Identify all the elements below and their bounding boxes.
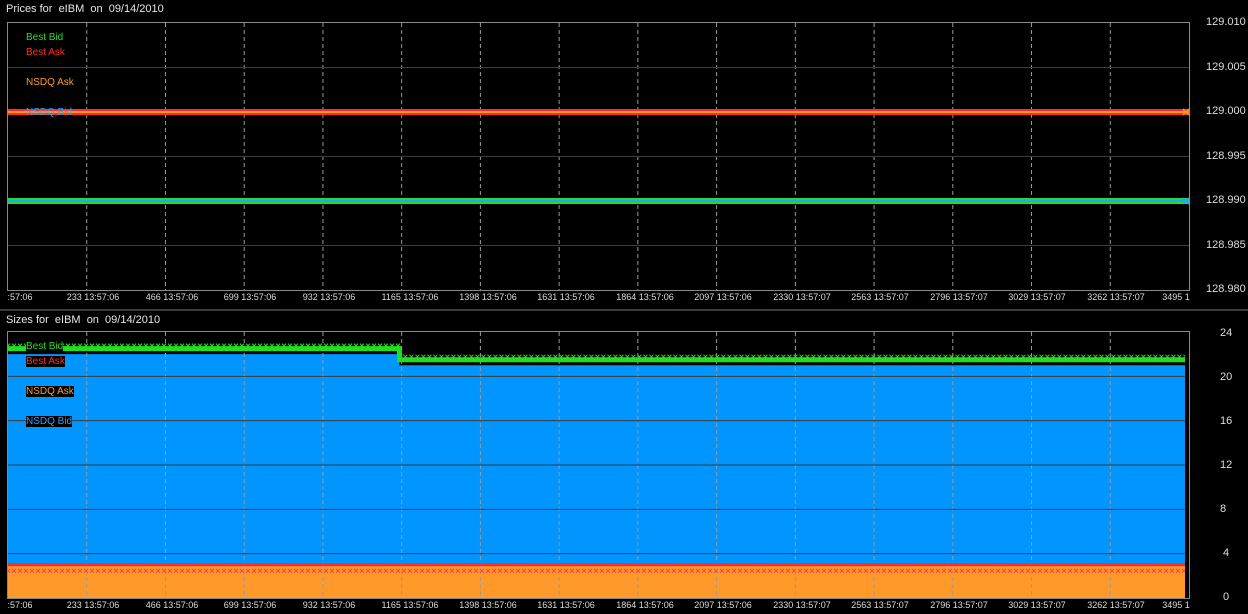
x-tick-label: 1398 13:57:06 — [459, 600, 517, 610]
x-tick-label: 2796 13:57:07 — [930, 600, 988, 610]
x-tick-label: 3495 1 — [1162, 292, 1190, 302]
x-tick-label: 1631 13:57:06 — [537, 600, 595, 610]
x-tick-label: 2097 13:57:06 — [694, 600, 752, 610]
area-nsdq-ask — [8, 564, 1189, 598]
y-tick-label: 128.980 — [1206, 283, 1246, 295]
y-tick-label: 129.000 — [1206, 105, 1246, 117]
x-tick-label: 2796 13:57:07 — [930, 292, 988, 302]
legend-best-ask: Best Ask — [26, 356, 65, 367]
x-tick-label: :57:06 — [7, 600, 33, 610]
y-tick-label: 24 — [1220, 327, 1233, 339]
x-tick-label: 1398 13:57:06 — [459, 292, 517, 302]
y-tick-label: 129.010 — [1206, 16, 1246, 28]
x-tick-label: 699 13:57:06 — [223, 600, 277, 610]
prices-plot-area[interactable]: Best Bid Best Ask NSDQ Ask NSDQ Bid — [7, 22, 1190, 291]
legend-nsdq-bid: NSDQ Bid — [26, 416, 73, 427]
y-tick-label: 4 — [1223, 547, 1230, 559]
x-tick-label: 233 13:57:06 — [66, 600, 120, 610]
x-tick-label: 2097 13:57:06 — [694, 292, 752, 302]
x-tick-label: 1165 13:57:06 — [381, 292, 439, 302]
y-tick-label: 128.985 — [1206, 238, 1246, 251]
x-tick-label: 1631 13:57:06 — [537, 292, 595, 302]
x-tick-label: 2330 13:57:07 — [773, 600, 831, 610]
x-tick-label: 699 13:57:06 — [223, 292, 277, 302]
sizes-panel-title: Sizes for eIBM on 09/14/2010 — [6, 314, 161, 326]
sizes-x-axis: :57:06 233 13:57:06 466 13:57:06 699 13:… — [0, 600, 1190, 614]
y-tick-label: 12 — [1220, 459, 1233, 471]
sizes-chart — [8, 332, 1189, 598]
x-tick-label: 1165 13:57:06 — [381, 600, 439, 610]
y-tick-label: 128.990 — [1206, 194, 1246, 206]
right-edge-strip — [1185, 354, 1189, 598]
x-tick-label: 932 13:57:06 — [302, 292, 356, 302]
y-tick-label: 129.005 — [1206, 60, 1246, 73]
x-tick-label: 3029 13:57:07 — [1008, 600, 1066, 610]
legend-best-ask: Best Ask — [26, 47, 65, 58]
x-tick-label: 466 13:57:06 — [145, 292, 199, 302]
x-tick-label: 233 13:57:06 — [66, 292, 120, 302]
x-tick-label: 3029 13:57:07 — [1008, 292, 1066, 302]
legend-best-bid: Best Bid — [26, 32, 64, 43]
legend-nsdq-ask: NSDQ Ask — [26, 386, 74, 397]
x-tick-label: 2563 13:57:07 — [851, 600, 909, 610]
sizes-plot-area[interactable]: Best Bid Best Ask NSDQ Ask NSDQ Bid — [7, 331, 1190, 599]
x-tick-label: 3495 1 — [1162, 600, 1190, 610]
x-tick-label: 932 13:57:06 — [302, 600, 356, 610]
x-tick-label: 1864 13:57:06 — [616, 600, 674, 610]
sizes-panel: Sizes for eIBM on 09/14/2010 Best Bid Be… — [0, 311, 1248, 614]
y-tick-label: 0 — [1223, 591, 1230, 603]
x-tick-label: :57:06 — [7, 292, 33, 302]
x-tick-label: 3262 13:57:07 — [1087, 600, 1145, 610]
legend-best-bid: Best Bid — [26, 341, 64, 352]
legend-nsdq-bid: NSDQ Bid — [26, 107, 73, 118]
prices-panel-title: Prices for eIBM on 09/14/2010 — [6, 3, 164, 15]
y-tick-label: 16 — [1220, 415, 1233, 427]
y-tick-label: 128.995 — [1206, 149, 1246, 162]
x-tick-label: 466 13:57:06 — [145, 600, 199, 610]
x-tick-label: 2330 13:57:07 — [773, 292, 831, 302]
sizes-y-axis: 24 20 16 12 8 4 0 — [1190, 327, 1248, 603]
y-tick-label: 20 — [1220, 371, 1233, 383]
y-tick-label: 8 — [1220, 503, 1227, 515]
area-nsdq-bid — [8, 354, 1189, 598]
prices-x-axis: :57:06 233 13:57:06 466 13:57:06 699 13:… — [0, 292, 1190, 306]
legend-nsdq-ask: NSDQ Ask — [26, 77, 74, 88]
prices-panel: Prices for eIBM on 09/14/2010 Best Bid B… — [0, 0, 1248, 309]
x-tick-label: 1864 13:57:06 — [616, 292, 674, 302]
prices-chart — [8, 23, 1189, 290]
prices-y-axis: 129.010 129.005 129.000 128.995 128.990 … — [1190, 16, 1248, 295]
x-tick-label: 3262 13:57:07 — [1087, 292, 1145, 302]
x-tick-label: 2563 13:57:07 — [851, 292, 909, 302]
